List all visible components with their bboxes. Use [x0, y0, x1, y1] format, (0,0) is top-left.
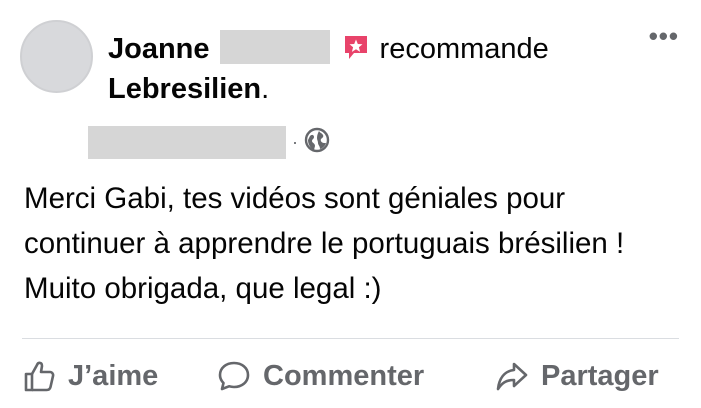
page-name-link[interactable]: Lebresilien — [108, 73, 261, 105]
share-arrow-icon — [496, 362, 528, 391]
header-period: . — [261, 73, 270, 106]
action-divider — [22, 338, 679, 339]
comment-icon — [218, 361, 250, 391]
post-body-text: Merci Gabi, tes vidéos sont géniales pou… — [24, 182, 625, 305]
share-button[interactable]: Partager — [495, 356, 659, 396]
recommend-verb: recommande — [379, 33, 549, 65]
more-options-icon[interactable]: ••• — [649, 23, 679, 49]
recommend-star-icon — [342, 33, 370, 61]
like-button[interactable]: J’aime — [22, 356, 158, 396]
author-name[interactable]: Joanne — [108, 33, 210, 65]
redacted-surname — [219, 30, 330, 65]
post-actions-bar: J’aime Commenter Partager — [0, 350, 701, 402]
comment-label: Commenter — [263, 359, 425, 392]
redacted-date — [88, 125, 286, 159]
share-label: Partager — [541, 359, 659, 392]
comment-button[interactable]: Commenter — [217, 356, 424, 396]
thumbs-up-icon — [24, 361, 55, 392]
meta-separator: · — [292, 131, 298, 152]
post-meta: · — [88, 125, 330, 159]
globe-icon — [304, 127, 330, 158]
like-label: J’aime — [68, 359, 159, 392]
author-avatar[interactable] — [20, 20, 93, 93]
post-header: Joanne recommande Lebresilien. — [108, 30, 621, 108]
